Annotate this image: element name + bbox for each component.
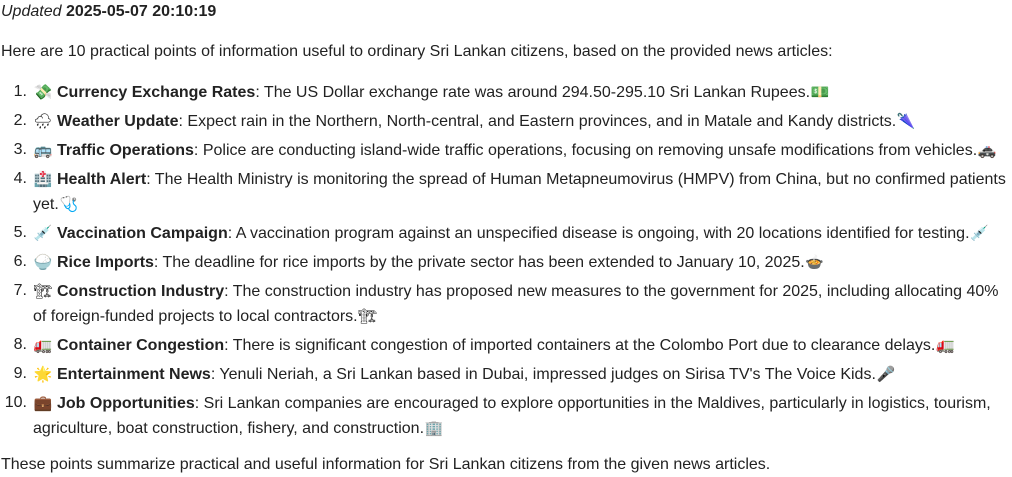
list-item-text: : The US Dollar exchange rate was around…: [255, 84, 811, 101]
list-item-icon: 🚌: [33, 141, 53, 159]
list-item: 6. 🍚 Rice Imports: The deadline for rice i…: [14, 250, 1012, 275]
list-item-icon: 🍚: [33, 253, 53, 271]
list-item: 2. 🌧 Weather Update: Expect rain in the No…: [14, 109, 1012, 134]
list-item-number: 7.: [13, 282, 27, 299]
list-item-title: Entertainment News: [57, 366, 211, 383]
list-item: 5. 💉 Vaccination Campaign: A vaccination p…: [14, 221, 1012, 246]
list-item-number: 5.: [13, 224, 27, 241]
list-item-text: : The deadline for rice imports by the p…: [153, 254, 805, 271]
list-item: 9. 🌟 Entertainment News: Yenuli Neriah, a …: [14, 362, 1012, 387]
list-item-title: Container Congestion: [57, 337, 225, 354]
list-item-number: 2.: [13, 112, 27, 129]
list-item: 1. 💸 Currency Exchange Rates: The US Dolla…: [14, 80, 1012, 105]
list-item-icon: 🏗: [33, 282, 53, 300]
list-item-icon: 💸: [33, 83, 53, 101]
list-item-trailing-icon: 🏢: [424, 419, 444, 437]
list-item-trailing-icon: 🎤: [876, 365, 896, 383]
list-item-title: Currency Exchange Rates: [57, 84, 256, 101]
list-item-trailing-icon: 💵: [810, 83, 830, 101]
list-item-number: 4.: [13, 170, 27, 187]
list-item-trailing-icon: 🩺: [59, 195, 79, 213]
list-item: 7. 🏗 Construction Industry: The constructi…: [14, 279, 1012, 329]
list-item: 10. 💼 Job Opportunities: Sri Lankan compan…: [5, 391, 1012, 441]
list-item-trailing-icon: 🍲: [805, 253, 825, 271]
list-item-title: Rice Imports: [57, 254, 154, 271]
list-item: 4. 🏥 Health Alert: The Health Ministry is …: [14, 167, 1012, 217]
list-item-icon: 🚛: [33, 336, 53, 354]
points-list: 1. 💸 Currency Exchange Rates: The US Dolla…: [1, 80, 1012, 441]
list-item: 8. 🚛 Container Congestion: There is signif…: [14, 333, 1012, 358]
updated-line: Updated 2025-05-07 20:10:19: [1, 0, 1012, 24]
outro-paragraph: These points summarize practical and use…: [1, 456, 771, 473]
list-item-trailing-icon: 🏗: [358, 307, 378, 325]
list-item-title: Traffic Operations: [57, 142, 194, 159]
list-item-number: 10.: [4, 394, 27, 411]
list-item-number: 3.: [13, 141, 27, 158]
list-item-text: : There is significant congestion of imp…: [224, 337, 936, 354]
list-item-trailing-icon: 💉: [970, 224, 989, 242]
document-page: Updated 2025-05-07 20:10:19 Here are 10 …: [0, 0, 1012, 473]
updated-timestamp: 2025-05-07 20:10:19: [65, 3, 217, 20]
updated-label: Updated: [1, 3, 62, 20]
list-item-text: : Yenuli Neriah, a Sri Lankan based in D…: [210, 366, 876, 383]
list-item-text: : A vaccination program against an unspe…: [227, 225, 970, 242]
list-item-title: Construction Industry: [57, 283, 225, 300]
list-item-icon: 🌟: [33, 365, 53, 383]
list-item-title: Job Opportunities: [57, 395, 195, 412]
list-item-number: 9.: [13, 365, 27, 382]
list-item-text: : The Health Ministry is monitoring the …: [33, 171, 1006, 213]
list-item: 3. 🚌 Traffic Operations: Police are conduc…: [14, 138, 1012, 163]
list-item-icon: 💉: [33, 224, 53, 242]
list-item-number: 1.: [13, 83, 27, 100]
list-item-title: Health Alert: [57, 171, 147, 188]
list-item-icon: 🏥: [33, 170, 53, 188]
list-item-icon: 💼: [33, 394, 53, 412]
list-item-number: 8.: [13, 336, 27, 353]
list-item-number: 6.: [13, 253, 27, 270]
list-item-text: : Expect rain in the Northern, North-cen…: [178, 113, 897, 130]
list-item-icon: 🌧: [33, 112, 53, 130]
list-item-title: Weather Update: [57, 113, 179, 130]
list-item-trailing-icon: 🚛: [935, 336, 955, 354]
list-item-trailing-icon: 🌂: [896, 112, 916, 130]
list-item-trailing-icon: 🚓: [977, 141, 997, 159]
list-item-title: Vaccination Campaign: [57, 225, 228, 242]
intro-paragraph: Here are 10 practical points of informat…: [1, 43, 833, 60]
list-item-text: : Police are conducting island-wide traf…: [193, 142, 978, 159]
